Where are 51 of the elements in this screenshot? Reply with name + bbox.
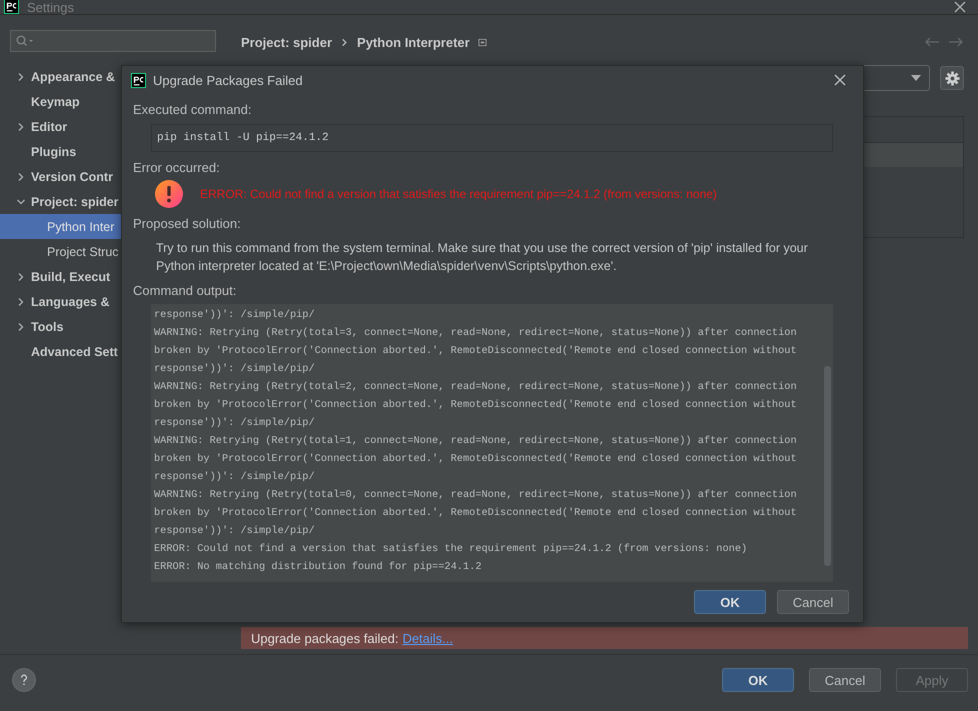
close-icon[interactable] [954,1,966,13]
dialog-title: Upgrade Packages Failed [153,72,303,88]
page-icon [478,38,487,46]
error-message: ERROR: Could not find a version that satisfies the requirement pip==24.1.2 (from versions: none) [200,187,717,201]
app-logo-icon [131,72,146,88]
output-line: broken by 'ProtocolError('Connection aborted.', RemoteDisconnected('Remote end closed connection without [154,506,798,521]
output-line: WARNING: Retrying (Retry(total=0, connect=None, read=None, redirect=None, status=None)) after connection [154,488,798,503]
dialog-button[interactable]: Cancel [777,590,849,614]
help-button[interactable] [12,668,36,692]
chevron-right-icon [16,72,26,82]
dialog-button[interactable]: OK [694,590,766,614]
output-line: response'))': /simple/pip/ [154,524,316,539]
chevron-right-icon [16,272,26,282]
settings-icon [944,70,960,86]
chevron-right-icon [16,122,26,132]
output-line: ERROR: Could not find a version that satisfies the requirement pip==24.1.2 (from versions: none) [154,542,748,557]
section-label: Error occurred: [133,160,221,175]
breadcrumb: Project: spider [241,34,332,50]
output-line: broken by 'ProtocolError('Connection aborted.', RemoteDisconnected('Remote end closed connection without [154,452,798,467]
breadcrumb: Python Interpreter [357,34,470,50]
output-line: WARNING: Retrying (Retry(total=2, connect=None, read=None, redirect=None, status=None)) after connection [154,380,798,395]
output-line: broken by 'ProtocolError('Connection aborted.', RemoteDisconnected('Remote end closed connection without [154,344,798,359]
dialog-button[interactable]: Cancel [809,668,881,692]
output-line: response'))': /simple/pip/ [154,470,316,485]
output-line: WARNING: Retrying (Retry(total=3, connect=None, read=None, redirect=None, status=None)) after connection [154,326,798,341]
error-icon [155,180,183,208]
chevron-right-icon [16,322,26,332]
output-line: response'))': /simple/pip/ [154,308,316,323]
solution-text: Try to run this command from the system terminal. Make sure that you use the correct version of 'pip' installed for your Python interpreter located at 'E:\Project\own\Media\spider\venv\Scripts\python.exe'. [156,240,809,275]
app-logo-icon [4,0,19,14]
chevron-down-icon [16,196,26,206]
output-line: WARNING: Retrying (Retry(total=1, connect=None, read=None, redirect=None, status=None)) after connection [154,434,798,449]
dropdown-arrow-icon [911,75,921,81]
notification-text: Upgrade packages failed: [251,630,398,646]
output-line: response'))': /simple/pip/ [154,416,316,431]
output-line: broken by 'ProtocolError('Connection aborted.', RemoteDisconnected('Remote end closed connection without [154,398,798,413]
window-title: Settings [27,0,74,14]
output-line: ERROR: No matching distribution found for pip==24.1.2 [154,560,482,575]
chevron-right-icon [340,38,350,46]
search-icon [16,35,34,47]
output-line: response'))': /simple/pip/ [154,362,316,377]
search-field[interactable] [10,30,216,52]
section-label: Command output: [133,283,238,298]
close-icon[interactable] [834,74,846,86]
section-label: Executed command: [133,102,253,117]
command-field: pip install -U pip==24.1.2 [151,124,833,152]
chevron-right-icon [16,172,26,182]
help-icon [20,674,28,686]
settings-button[interactable] [940,66,964,90]
chevron-right-icon [16,296,26,306]
dialog-button[interactable]: OK [722,668,794,692]
